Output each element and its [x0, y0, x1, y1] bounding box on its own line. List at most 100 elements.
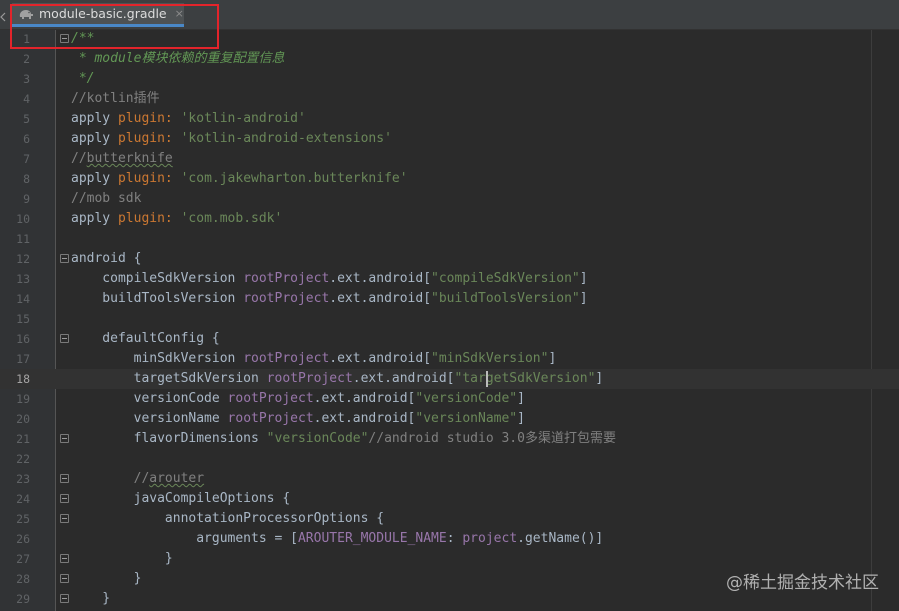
code-line[interactable]: 15 — [0, 309, 899, 329]
code-text: javaCompileOptions { — [71, 491, 291, 506]
code-text: } — [71, 571, 142, 586]
code-text: apply plugin: 'kotlin-android' — [71, 111, 306, 126]
code-line[interactable]: 27 } — [0, 549, 899, 569]
fold-toggle-icon[interactable] — [60, 474, 69, 483]
code-line[interactable]: 19 versionCode rootProject.ext.android["… — [0, 389, 899, 409]
code-line[interactable]: 16 defaultConfig { — [0, 329, 899, 349]
code-line[interactable]: 8 apply plugin: 'com.jakewharton.butterkn… — [0, 169, 899, 189]
line-number: 9 — [23, 192, 30, 206]
line-number: 3 — [23, 72, 30, 86]
watermark: @稀土掘金技术社区 — [726, 573, 879, 593]
line-number: 14 — [16, 292, 30, 306]
code-text: annotationProcessorOptions { — [71, 511, 385, 526]
code-text: android { — [71, 251, 142, 266]
code-text: arguments = [AROUTER_MODULE_NAME: projec… — [71, 531, 604, 546]
code-text: versionName rootProject.ext.android["ver… — [71, 411, 525, 426]
line-number: 5 — [23, 112, 30, 126]
code-text: //butterknife — [71, 151, 173, 166]
fold-toggle-icon[interactable] — [60, 434, 69, 443]
line-number: 15 — [16, 312, 30, 326]
code-line[interactable]: 24 javaCompileOptions { — [0, 489, 899, 509]
code-line[interactable]: 21 flavorDimensions "versionCode"//andro… — [0, 429, 899, 449]
code-text: } — [71, 551, 173, 566]
line-number: 24 — [16, 492, 30, 506]
code-text: //kotlin插件 — [71, 91, 160, 106]
line-number: 16 — [16, 332, 30, 346]
line-number: 22 — [16, 452, 30, 466]
line-number: 2 — [23, 52, 30, 66]
code-line[interactable]: 14 buildToolsVersion rootProject.ext.and… — [0, 289, 899, 309]
code-line[interactable]: 17 minSdkVersion rootProject.ext.android… — [0, 349, 899, 369]
fold-toggle-icon[interactable] — [60, 594, 69, 603]
line-number: 26 — [16, 532, 30, 546]
code-line[interactable]: 7 //butterknife — [0, 149, 899, 169]
editor-tab-bar: module-basic.gradle × — [0, 0, 899, 30]
code-line[interactable]: 5 apply plugin: 'kotlin-android' — [0, 109, 899, 129]
gradle-elephant-icon — [19, 9, 33, 19]
fold-toggle-icon[interactable] — [60, 254, 69, 263]
fold-toggle-icon[interactable] — [60, 334, 69, 343]
line-number: 13 — [16, 272, 30, 286]
line-number: 27 — [16, 552, 30, 566]
code-text: flavorDimensions "versionCode"//android … — [71, 431, 616, 446]
code-text: apply plugin: 'com.jakewharton.butterkni… — [71, 171, 408, 186]
code-text: //arouter — [133, 471, 205, 486]
code-line[interactable]: 26 arguments = [AROUTER_MODULE_NAME: pro… — [0, 529, 899, 549]
code-text: buildToolsVersion rootProject.ext.androi… — [71, 291, 588, 306]
fold-toggle-icon[interactable] — [60, 494, 69, 503]
code-line[interactable]: 25 annotationProcessorOptions { — [0, 509, 899, 529]
code-text: targetSdkVersion rootProject.ext.android… — [71, 371, 604, 386]
line-number: 28 — [16, 572, 30, 586]
code-text: } — [71, 591, 111, 606]
line-number: 20 — [16, 412, 30, 426]
code-line[interactable]: 1 /** — [0, 29, 899, 49]
code-line[interactable]: 3 */ — [0, 69, 899, 89]
line-number: 4 — [23, 92, 30, 106]
line-number: 6 — [23, 132, 30, 146]
code-line[interactable]: 23 //arouter — [0, 469, 899, 489]
tab-module-basic-gradle[interactable]: module-basic.gradle × — [12, 3, 184, 27]
code-text: apply plugin: 'kotlin-android-extensions… — [71, 131, 392, 146]
code-line[interactable]: 4 //kotlin插件 — [0, 89, 899, 109]
text-cursor — [486, 371, 488, 387]
fold-toggle-icon[interactable] — [60, 574, 69, 583]
line-number: 21 — [16, 432, 30, 446]
tab-label: module-basic.gradle — [39, 6, 167, 21]
code-text: compileSdkVersion rootProject.ext.androi… — [71, 271, 588, 286]
tab-scroll-left-icon[interactable] — [0, 12, 6, 22]
line-number: 17 — [16, 352, 30, 366]
line-number: 12 — [16, 252, 30, 266]
line-number: 29 — [16, 592, 30, 606]
code-text: defaultConfig { — [71, 331, 220, 346]
line-number: 25 — [16, 512, 30, 526]
code-text: apply plugin: 'com.mob.sdk' — [71, 211, 283, 226]
code-text: //mob sdk — [71, 191, 142, 206]
line-number: 7 — [23, 152, 30, 166]
code-text: /** — [71, 31, 95, 46]
code-line[interactable]: 2 * module模块依赖的重复配置信息 — [0, 49, 899, 69]
line-number: 8 — [23, 172, 30, 186]
code-line[interactable]: 18 targetSdkVersion rootProject.ext.andr… — [0, 369, 899, 389]
fold-toggle-icon[interactable] — [60, 514, 69, 523]
code-line[interactable]: 11 — [0, 229, 899, 249]
tab-close-icon[interactable]: × — [175, 7, 184, 20]
code-text: */ — [71, 71, 95, 86]
code-text: versionCode rootProject.ext.android["ver… — [71, 391, 525, 406]
line-number: 11 — [16, 232, 30, 246]
line-number: 10 — [16, 212, 30, 226]
line-number: 23 — [16, 472, 30, 486]
line-number: 19 — [16, 392, 30, 406]
fold-toggle-icon[interactable] — [60, 34, 69, 43]
code-line[interactable]: 6 apply plugin: 'kotlin-android-extension… — [0, 129, 899, 149]
fold-toggle-icon[interactable] — [60, 554, 69, 563]
code-line[interactable]: 13 compileSdkVersion rootProject.ext.and… — [0, 269, 899, 289]
code-text: * module模块依赖的重复配置信息 — [71, 51, 285, 66]
code-text: minSdkVersion rootProject.ext.android["m… — [71, 351, 557, 366]
code-line[interactable]: 22 — [0, 449, 899, 469]
code-line[interactable]: 20 versionName rootProject.ext.android["… — [0, 409, 899, 429]
code-line[interactable]: 10 apply plugin: 'com.mob.sdk' — [0, 209, 899, 229]
line-number: 18 — [16, 372, 30, 386]
code-line[interactable]: 12 android { — [0, 249, 899, 269]
line-number: 1 — [23, 32, 30, 46]
code-line[interactable]: 9 //mob sdk — [0, 189, 899, 209]
